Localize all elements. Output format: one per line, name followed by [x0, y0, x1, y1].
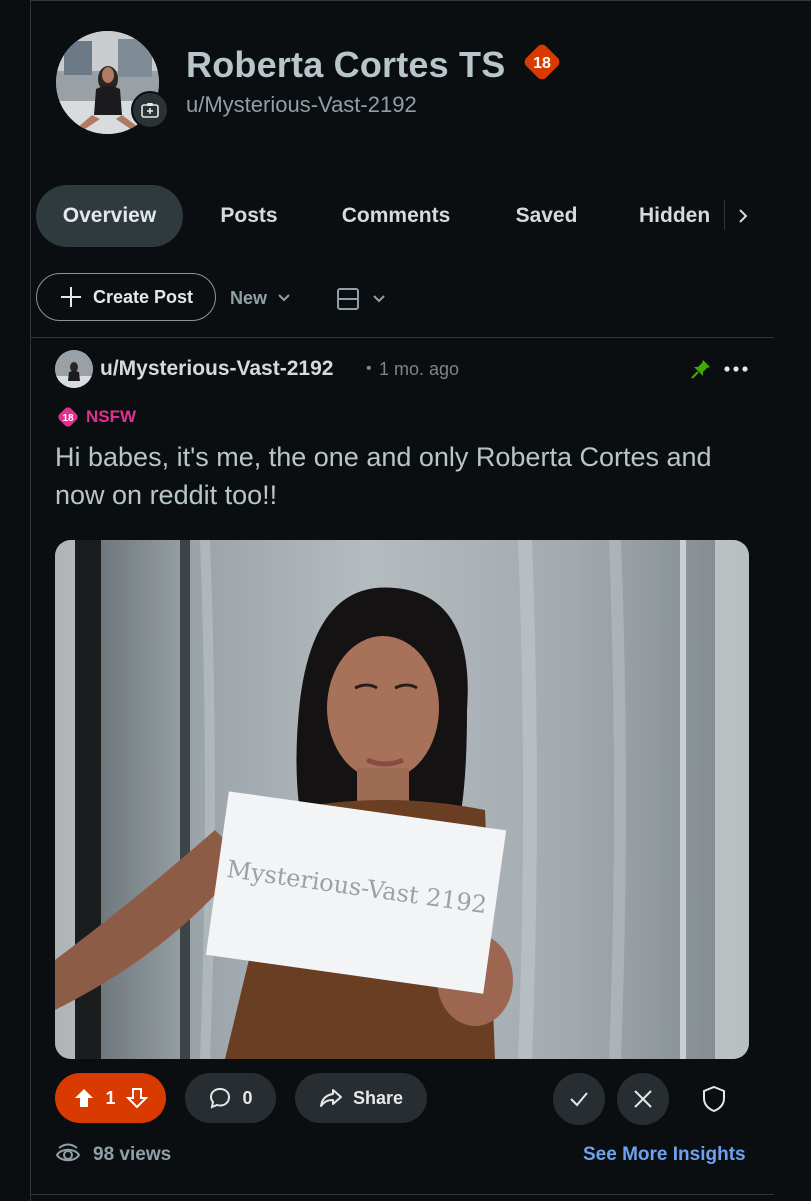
chevron-down-icon	[373, 295, 385, 303]
view-layout-dropdown[interactable]	[336, 282, 386, 316]
more-horizontal-icon	[724, 366, 748, 372]
post-title[interactable]: Hi babes, it's me, the one and only Robe…	[55, 438, 755, 514]
check-icon	[570, 1092, 588, 1107]
share-label: Share	[352, 1087, 404, 1108]
nsfw-18-icon: 18	[58, 407, 78, 427]
post-author-avatar[interactable]	[55, 350, 93, 388]
downvote-icon[interactable]	[125, 1087, 148, 1109]
shield-icon	[703, 1085, 725, 1113]
plus-icon	[60, 287, 81, 307]
views-stat: 98 views	[55, 1142, 171, 1168]
share-icon	[319, 1089, 342, 1107]
post-meta-separator: •	[366, 360, 372, 377]
sort-label: New	[230, 287, 268, 308]
comments-count: 0	[242, 1087, 253, 1108]
post-author-link[interactable]: u/Mysterious-Vast-2192	[100, 357, 333, 381]
vote-score: 1	[105, 1087, 116, 1108]
views-eye-icon	[55, 1143, 81, 1162]
create-post-button[interactable]: Create Post	[36, 273, 216, 321]
profile-username: u/Mysterious-Vast-2192	[186, 92, 417, 117]
upvote-icon[interactable]	[73, 1087, 95, 1109]
tabs-scroll-right-button[interactable]	[732, 202, 754, 230]
sort-dropdown[interactable]: New	[230, 280, 291, 316]
tab-saved[interactable]: Saved	[496, 185, 597, 247]
see-more-insights-link[interactable]: See More Insights	[583, 1144, 746, 1166]
vote-control: 1	[55, 1073, 166, 1123]
approve-button[interactable]	[553, 1073, 605, 1125]
remove-button[interactable]	[617, 1073, 669, 1125]
post-overflow-menu-button[interactable]	[722, 358, 750, 380]
svg-text:18: 18	[533, 55, 551, 72]
nsfw-label: NSFW	[86, 407, 137, 426]
post-timestamp: 1 mo. ago	[379, 359, 460, 379]
profile-display-name: Roberta Cortes TS	[186, 44, 506, 85]
tab-posts[interactable]: Posts	[202, 185, 296, 247]
tabs-divider	[724, 200, 725, 230]
mod-shield-button[interactable]	[698, 1084, 730, 1114]
create-post-label: Create Post	[92, 286, 194, 307]
tab-hidden[interactable]: Hidden	[624, 185, 728, 247]
tab-overview[interactable]: Overview	[36, 185, 183, 247]
comments-button[interactable]: 0	[185, 1073, 276, 1123]
card-view-icon	[337, 288, 359, 310]
post-bottom-divider	[30, 1194, 774, 1195]
nsfw-tag: 18 NSFW	[56, 405, 136, 429]
pinned-icon	[690, 358, 712, 380]
toolbar-divider	[30, 337, 774, 338]
svg-text:18: 18	[62, 413, 74, 424]
chevron-down-icon	[278, 294, 290, 302]
comment-icon	[210, 1087, 231, 1109]
add-photo-icon	[141, 103, 159, 118]
tab-comments[interactable]: Comments	[320, 185, 472, 247]
views-count: 98 views	[93, 1144, 172, 1165]
nsfw-18-badge: 18	[522, 42, 562, 82]
close-icon	[634, 1090, 652, 1108]
add-photo-button[interactable]	[131, 91, 169, 129]
share-button[interactable]: Share	[295, 1073, 427, 1123]
post-image[interactable]: Mysterious-Vast 2192	[55, 540, 749, 1059]
chevron-right-icon	[739, 209, 748, 223]
